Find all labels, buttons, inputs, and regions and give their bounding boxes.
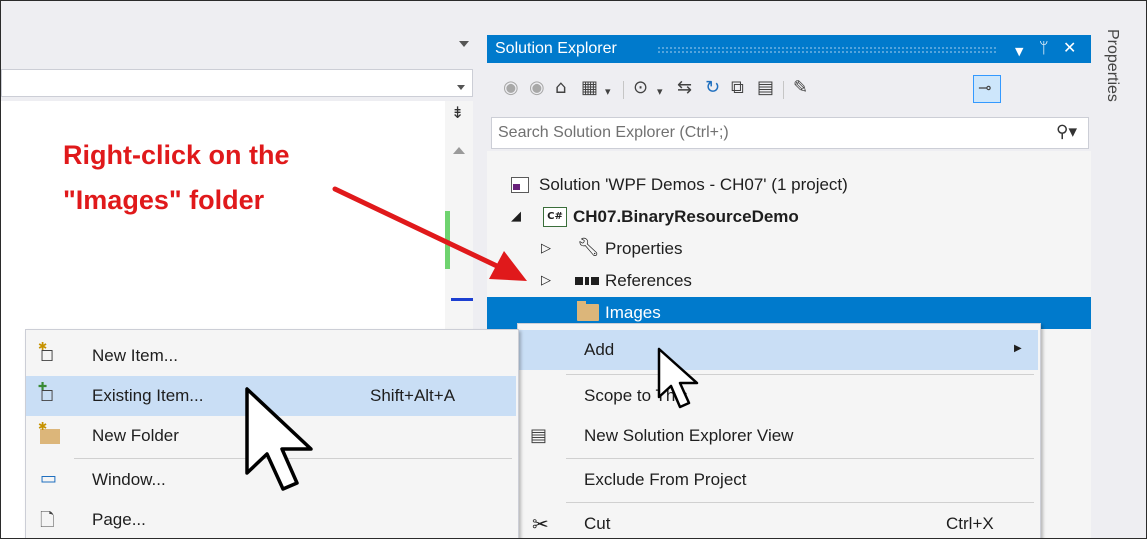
- menu-item-label: New Item...: [92, 346, 178, 365]
- toolbar-separator: [783, 81, 784, 99]
- scissors-icon: ✂: [532, 512, 549, 536]
- solution-explorer-search-input[interactable]: Search Solution Explorer (Ctrl+;) ⚲▾: [491, 117, 1089, 149]
- menu-item-shortcut: Shift+Alt+A: [370, 386, 456, 405]
- menu-separator: [566, 458, 1034, 459]
- tree-item-properties[interactable]: ▷ 🔧︎ Properties: [487, 233, 1091, 265]
- folder-icon: [577, 301, 599, 321]
- submenu-item-page[interactable]: 🗋︎ Page...: [26, 500, 516, 538]
- solution-explorer-title: Solution Explorer: [495, 40, 617, 57]
- new-star-icon: ✱: [38, 420, 48, 433]
- references-icon: [575, 277, 599, 285]
- editor-tab-strip: [1, 1, 481, 69]
- preview-selected-items-button[interactable]: ⊸: [973, 75, 1001, 103]
- menu-separator: [566, 502, 1034, 503]
- menu-item-shortcut: Ctrl+X: [946, 514, 994, 533]
- home-icon[interactable]: ⌂: [555, 77, 566, 99]
- tree-item-label: References: [605, 271, 692, 290]
- tree-item-solution[interactable]: Solution 'WPF Demos - CH07' (1 project): [487, 169, 1091, 201]
- menu-item-label: Window...: [92, 470, 166, 489]
- menu-item-scope-to-this[interactable]: Scope to This: [518, 376, 1038, 416]
- tree-item-references[interactable]: ▷ References: [487, 265, 1091, 297]
- switch-views-icon[interactable]: ▦: [581, 77, 598, 99]
- menu-item-label: Add: [584, 340, 615, 359]
- new-view-icon: ▤: [530, 425, 548, 446]
- filter-dropdown-icon[interactable]: ▾: [657, 81, 663, 103]
- submenu-item-new-item[interactable]: ◻ ✱ New Item...: [26, 336, 516, 376]
- sync-with-document-icon[interactable]: ⇆: [677, 77, 692, 99]
- menu-item-label: New Folder: [92, 426, 179, 445]
- pending-changes-filter-icon[interactable]: ⊙: [633, 77, 648, 99]
- collapse-all-icon[interactable]: ⧉: [731, 77, 744, 99]
- menu-item-cut[interactable]: ✂ Cut Ctrl+X: [518, 504, 1038, 538]
- menu-item-add[interactable]: Add ▶: [518, 330, 1038, 370]
- annotation-line-1: Right-click on the: [63, 140, 290, 170]
- menu-item-label: Existing Item...: [92, 386, 204, 405]
- show-all-files-icon[interactable]: ▤: [757, 77, 774, 99]
- annotation-line-2: "Images" folder: [63, 185, 265, 215]
- add-plus-icon: ✚: [38, 380, 48, 393]
- mouse-cursor-icon: [657, 347, 699, 409]
- combo-chevron-down-icon[interactable]: [457, 85, 465, 90]
- screenshot-frame: ⇟ Solution Explorer ▼ ᛘ ✕ ◉ ◉ ⌂ ▦ ▾ ⊙ ▾ …: [0, 0, 1147, 539]
- toolbar-separator: [623, 81, 624, 99]
- solution-explorer-title-bar[interactable]: Solution Explorer ▼ ᛘ ✕: [487, 35, 1091, 63]
- forward-icon[interactable]: ◉: [529, 77, 545, 99]
- split-window-icon[interactable]: ⇟: [451, 105, 464, 121]
- menu-item-label: New Solution Explorer View: [584, 426, 794, 445]
- mouse-cursor-icon: [245, 387, 313, 491]
- properties-side-tab[interactable]: Properties: [1103, 29, 1121, 102]
- tree-item-label: Solution 'WPF Demos - CH07' (1 project): [539, 175, 848, 194]
- close-icon[interactable]: ✕: [1063, 39, 1076, 57]
- submenu-arrow-icon: ▶: [1014, 343, 1022, 354]
- expand-arrow-icon[interactable]: ▷: [541, 241, 551, 256]
- wrench-icon: 🔧︎: [577, 237, 600, 258]
- menu-item-label: Cut: [584, 514, 611, 533]
- annotation-callout: Right-click on the "Images" folder: [63, 133, 290, 223]
- new-star-icon: ✱: [38, 340, 48, 353]
- expand-arrow-icon[interactable]: ▷: [541, 273, 551, 288]
- title-grip: [657, 46, 997, 53]
- menu-item-label: Page...: [92, 510, 146, 529]
- page-icon: 🗋︎: [40, 510, 55, 531]
- solution-explorer-toolbar: ◉ ◉ ⌂ ▦ ▾ ⊙ ▾ ⇆ ↻ ⧉ ▤ ✎ ⊸: [487, 63, 1091, 115]
- tree-item-project[interactable]: ◢ C# CH07.BinaryResourceDemo: [487, 201, 1091, 233]
- switch-views-dropdown-icon[interactable]: ▾: [605, 81, 611, 103]
- search-icon[interactable]: ⚲▾: [1056, 122, 1077, 142]
- menu-separator: [566, 374, 1034, 375]
- back-icon[interactable]: ◉: [503, 77, 519, 99]
- annotation-arrow: [332, 186, 527, 281]
- search-placeholder: Search Solution Explorer (Ctrl+;): [498, 124, 729, 141]
- menu-item-new-solution-explorer-view[interactable]: ▤ New Solution Explorer View: [518, 416, 1038, 456]
- menu-item-label: Exclude From Project: [584, 470, 747, 489]
- properties-wrench-icon[interactable]: ✎: [793, 77, 808, 99]
- window-icon: ▭: [40, 468, 58, 489]
- menu-item-exclude-from-project[interactable]: Exclude From Project: [518, 460, 1038, 500]
- pin-icon[interactable]: ᛘ: [1039, 39, 1049, 57]
- tree-item-label: Images: [605, 303, 661, 322]
- csharp-project-icon: C#: [543, 207, 567, 227]
- refresh-icon[interactable]: ↻: [705, 77, 720, 99]
- member-combo-box[interactable]: [1, 69, 473, 97]
- tree-item-label: CH07.BinaryResourceDemo: [573, 207, 799, 226]
- tab-dropdown-icon[interactable]: [459, 41, 469, 47]
- window-position-icon[interactable]: ▼: [1015, 43, 1023, 61]
- preview-icon: ⊸: [978, 78, 992, 97]
- tree-item-label: Properties: [605, 239, 683, 258]
- context-menu: Add ▶ Scope to This ▤ New Solution Explo…: [517, 323, 1041, 538]
- scroll-up-icon[interactable]: [453, 147, 465, 154]
